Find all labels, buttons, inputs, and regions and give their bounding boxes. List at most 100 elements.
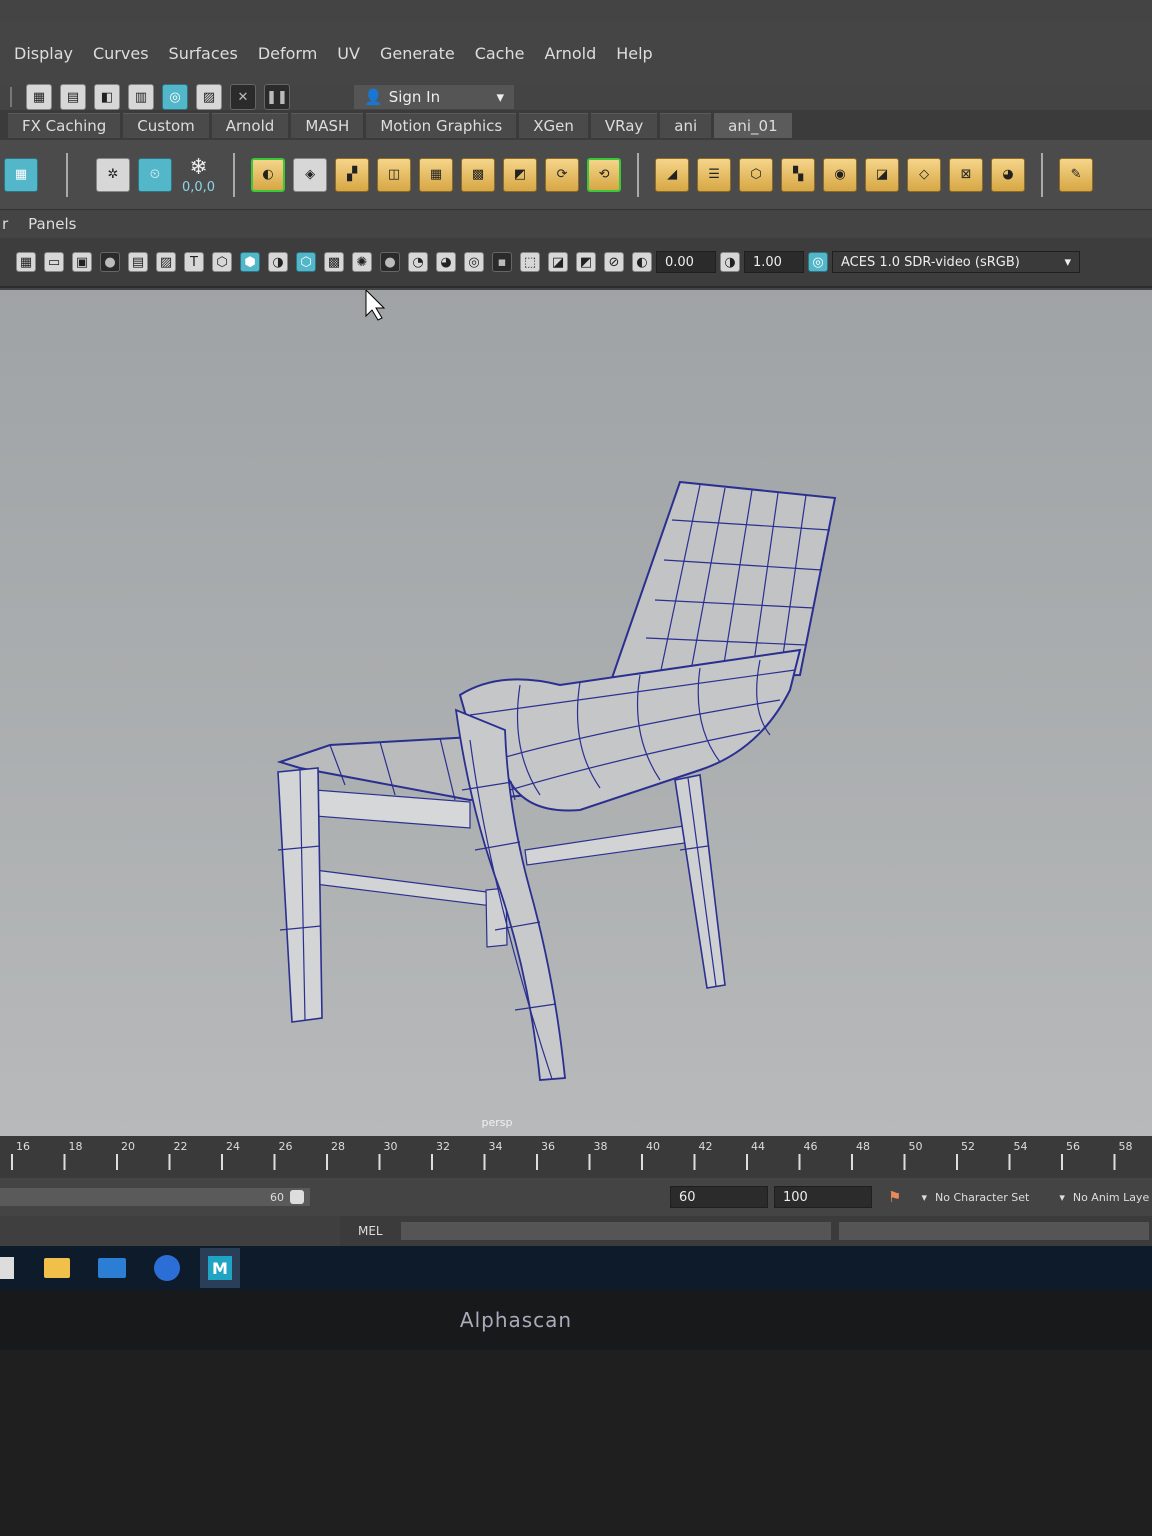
tab-vray[interactable]: VRay <box>590 112 658 138</box>
menu-curves[interactable]: Curves <box>93 44 149 63</box>
boolean-icon[interactable]: ◪ <box>865 157 900 192</box>
exposure-icon[interactable]: ◐ <box>632 252 652 272</box>
menu-surfaces[interactable]: Surfaces <box>169 44 238 63</box>
gamma-icon[interactable]: ◑ <box>720 252 740 272</box>
separate-icon[interactable]: ▩ <box>461 157 496 192</box>
max-time-field[interactable]: 100 <box>774 1186 872 1208</box>
time-slider[interactable]: 16 18 20 22 24 26 28 30 32 34 36 38 40 42 44 46 48 50 52 54… <box>0 1136 1152 1178</box>
film-gate-icon[interactable]: ▭ <box>44 252 64 272</box>
menu-cache[interactable]: Cache <box>475 44 525 63</box>
extrude-icon[interactable]: ⟲ <box>587 157 622 192</box>
select-icon[interactable]: ◐ <box>251 157 286 192</box>
tools-icon[interactable]: ✕ <box>230 84 256 110</box>
menu-generate[interactable]: Generate <box>380 44 455 63</box>
shadows-icon[interactable]: ● <box>380 252 400 272</box>
quad-draw-icon[interactable]: ▚ <box>781 157 816 192</box>
tab-xgen[interactable]: XGen <box>519 112 588 138</box>
range-bar[interactable]: 60 <box>0 1188 310 1206</box>
wireframe-icon[interactable]: ⬡ <box>212 252 232 272</box>
render-frame-icon[interactable]: ▤ <box>60 84 86 110</box>
task-view-icon[interactable] <box>0 1257 14 1279</box>
render-sequence-icon[interactable]: ▨ <box>196 84 222 110</box>
safe-title-icon[interactable]: T <box>184 252 204 272</box>
menu-bar: Display Curves Surfaces Deform UV Genera… <box>0 22 1152 84</box>
xray-joints-icon[interactable]: ◩ <box>576 252 596 272</box>
motion-blur-icon[interactable]: ◕ <box>436 252 456 272</box>
menu-uv[interactable]: UV <box>337 44 360 63</box>
teamviewer-icon[interactable] <box>154 1255 180 1281</box>
tab-arnold[interactable]: Arnold <box>211 112 289 138</box>
timeline-tick-label: 22 <box>174 1140 188 1153</box>
sphere-icon[interactable]: ◉ <box>823 157 858 192</box>
pause-icon[interactable]: ❚❚ <box>264 84 290 110</box>
menu-display[interactable]: Display <box>14 44 73 63</box>
character-set-dropdown[interactable]: No Character Set <box>935 1191 1029 1204</box>
gamma-field[interactable]: 1.00 <box>744 251 804 273</box>
tab-custom[interactable]: Custom <box>123 112 209 138</box>
isolate-select-icon[interactable]: ⬚ <box>520 252 540 272</box>
file-explorer-icon[interactable] <box>44 1258 70 1278</box>
cut-icon[interactable]: ◢ <box>655 157 690 192</box>
command-input[interactable] <box>400 1222 831 1240</box>
colorspace-dropdown[interactable]: ACES 1.0 SDR-video (sRGB) ▾ <box>832 251 1080 273</box>
chair-wireframe-model[interactable]: persp <box>0 288 1152 1136</box>
tab-ani-01[interactable]: ani_01 <box>714 112 792 138</box>
range-handle[interactable] <box>290 1190 304 1204</box>
safe-action-icon[interactable]: ▨ <box>156 252 176 272</box>
end-time-field[interactable]: 60 <box>670 1186 768 1208</box>
ambient-occlusion-icon[interactable]: ◔ <box>408 252 428 272</box>
textured-icon[interactable]: ▩ <box>324 252 344 272</box>
delete-history-icon[interactable]: ⏲ <box>138 157 172 192</box>
wireframe-on-shaded-icon[interactable]: ⬡ <box>296 252 316 272</box>
mail-icon[interactable] <box>98 1258 126 1278</box>
hypershade-icon[interactable]: ◎ <box>162 84 188 110</box>
smooth-shade-icon[interactable]: ⬢ <box>240 252 260 272</box>
auto-key-icon[interactable]: ⚑ <box>888 1188 901 1206</box>
mel-label[interactable]: MEL <box>358 1224 383 1238</box>
resolution-gate-icon[interactable]: ▣ <box>72 252 92 272</box>
viewport-persp[interactable]: persp <box>0 288 1152 1136</box>
pivot-icon[interactable]: ✲ <box>96 157 130 192</box>
tab-fx-caching[interactable]: FX Caching <box>8 112 121 138</box>
render-view-icon[interactable]: ▦ <box>26 84 52 110</box>
render-settings-icon[interactable]: ▥ <box>128 84 154 110</box>
menu-arnold[interactable]: Arnold <box>544 44 596 63</box>
uv-icon[interactable]: ◕ <box>991 157 1026 192</box>
menu-deform[interactable]: Deform <box>258 44 317 63</box>
anim-layer-dropdown[interactable]: No Anim Laye <box>1073 1191 1149 1204</box>
maya-taskbar-button[interactable]: M <box>200 1248 240 1288</box>
tab-motion-graphics[interactable]: Motion Graphics <box>366 112 517 138</box>
grid-menu-icon[interactable]: ▦ <box>4 157 38 192</box>
antialias-icon[interactable]: ◎ <box>464 252 484 272</box>
grid-icon[interactable]: ▦ <box>16 252 36 272</box>
time-ruler[interactable]: 16 18 20 22 24 26 28 30 32 34 36 38 40 42 44 46 48 50 52 54… <box>0 1136 1152 1178</box>
frame-icon[interactable]: ⊠ <box>949 157 984 192</box>
bevel-icon[interactable]: ◩ <box>503 157 538 192</box>
xray-icon[interactable]: ◪ <box>548 252 568 272</box>
gate-mask-icon[interactable]: ● <box>100 252 120 272</box>
plane-icon[interactable]: ◇ <box>907 157 942 192</box>
combine-icon[interactable]: ▞ <box>335 157 370 192</box>
pen-icon[interactable]: ✎ <box>1059 157 1094 192</box>
ipr-render-icon[interactable]: ◧ <box>94 84 120 110</box>
menu-renderer[interactable]: r <box>2 215 8 233</box>
menu-panels[interactable]: Panels <box>28 215 76 233</box>
default-material-icon[interactable]: ◑ <box>268 252 288 272</box>
tab-ani[interactable]: ani <box>660 112 712 138</box>
layer-icon[interactable]: ◈ <box>293 157 328 192</box>
xray-components-icon[interactable]: ⊘ <box>604 252 624 272</box>
lights-icon[interactable]: ✺ <box>352 252 372 272</box>
stack-icon[interactable]: ☰ <box>697 157 732 192</box>
freeze-transform-button[interactable]: ❄ 0,0,0 <box>182 155 215 195</box>
bridge-icon[interactable]: ⟳ <box>545 157 580 192</box>
tab-mash[interactable]: MASH <box>291 112 364 138</box>
menu-help[interactable]: Help <box>616 44 652 63</box>
mirror-icon[interactable]: ◫ <box>377 157 412 192</box>
subdivide-icon[interactable]: ▦ <box>419 157 454 192</box>
sign-in-button[interactable]: 👤 Sign In ▾ <box>354 85 514 109</box>
field-chart-icon[interactable]: ▤ <box>128 252 148 272</box>
cube-icon[interactable]: ⬡ <box>739 157 774 192</box>
exposure-field[interactable]: 0.00 <box>656 251 716 273</box>
depth-of-field-icon[interactable]: ▪ <box>492 252 512 272</box>
color-management-icon[interactable]: ◎ <box>808 252 828 272</box>
